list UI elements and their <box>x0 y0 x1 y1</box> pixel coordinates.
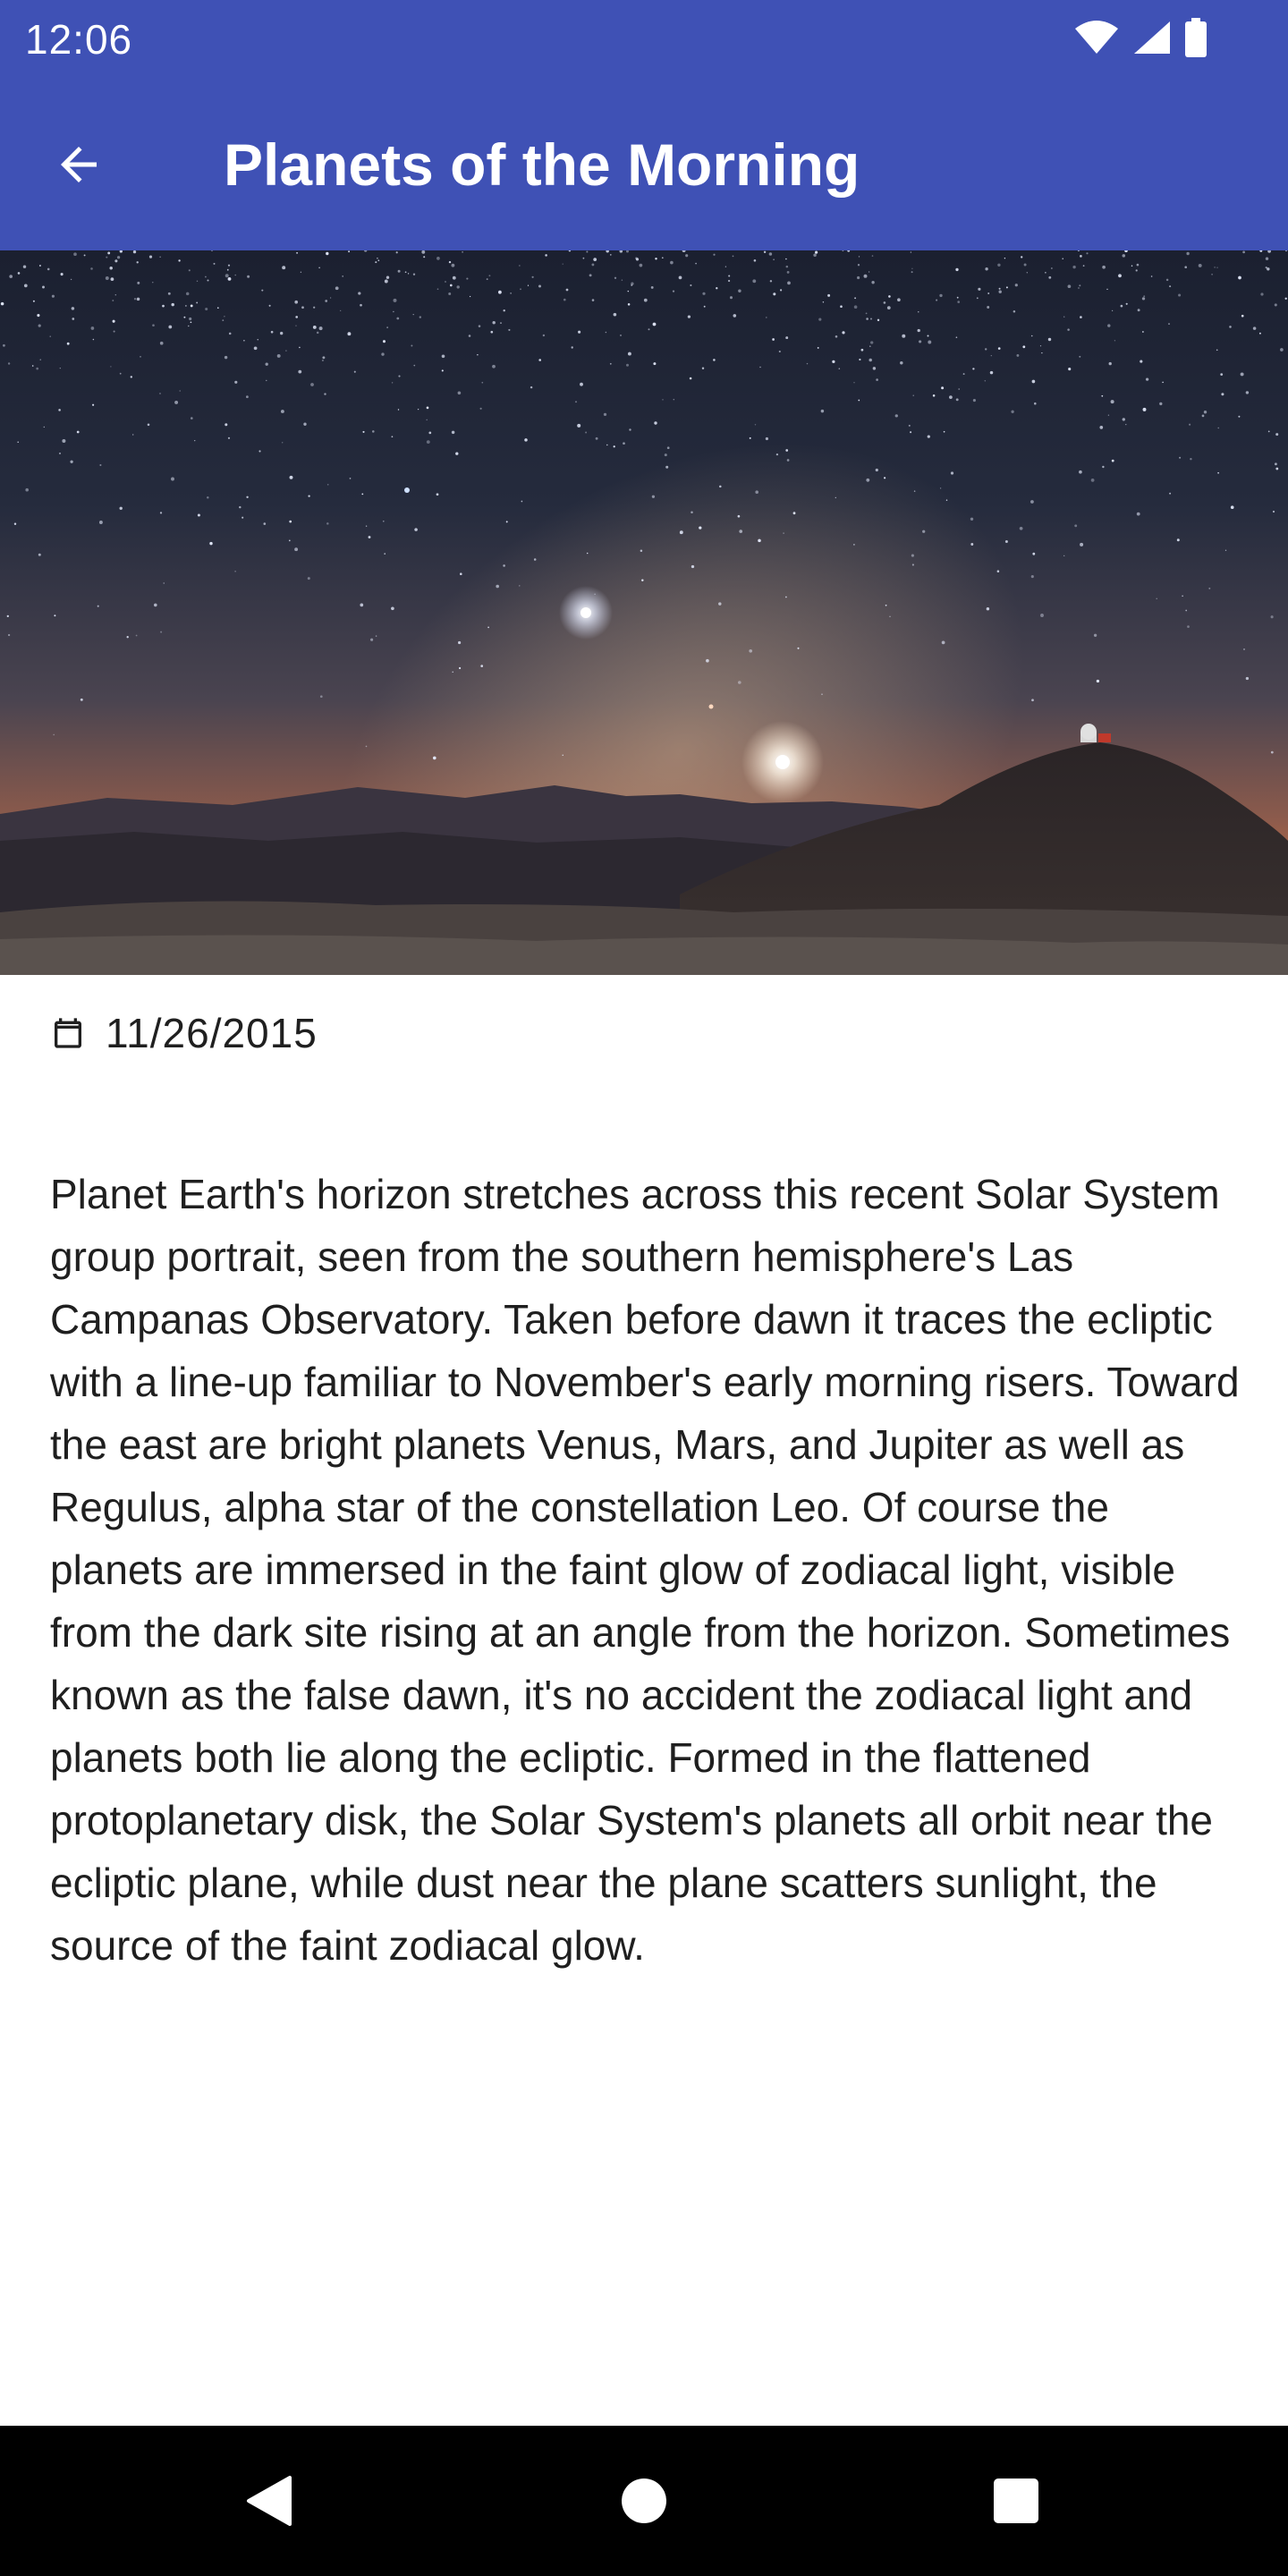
date-row: 11/26/2015 <box>50 1004 318 1063</box>
arrow-back-icon <box>61 147 97 182</box>
status-time: 12:06 <box>25 16 133 63</box>
back-button[interactable] <box>36 122 122 208</box>
cellular-signal-icon <box>1134 21 1170 54</box>
navigation-bar <box>0 2426 1288 2576</box>
hero-image[interactable] <box>0 250 1288 975</box>
home-circle-icon <box>622 2479 666 2523</box>
status-icons <box>1061 18 1208 57</box>
calendar-icon <box>55 1018 81 1048</box>
date-text: 11/26/2015 <box>106 1010 318 1056</box>
battery-icon <box>1185 18 1207 57</box>
page-title: Planets of the Morning <box>224 131 860 198</box>
back-triangle-icon <box>247 2476 292 2526</box>
recents-square-icon <box>994 2479 1038 2523</box>
nav-recents-button[interactable] <box>971 2456 1061 2546</box>
screen: 12:06 Planets of the Morning 11/26/2015 … <box>0 0 1288 2576</box>
nav-home-button[interactable] <box>599 2456 689 2546</box>
nav-back-button[interactable] <box>224 2456 313 2546</box>
app-bar: Planets of the Morning <box>0 79 1288 250</box>
wifi-icon <box>1075 21 1118 54</box>
status-bar: 12:06 <box>0 0 1288 79</box>
explanation-text: Planet Earth's horizon stretches across … <box>50 1171 1240 1969</box>
